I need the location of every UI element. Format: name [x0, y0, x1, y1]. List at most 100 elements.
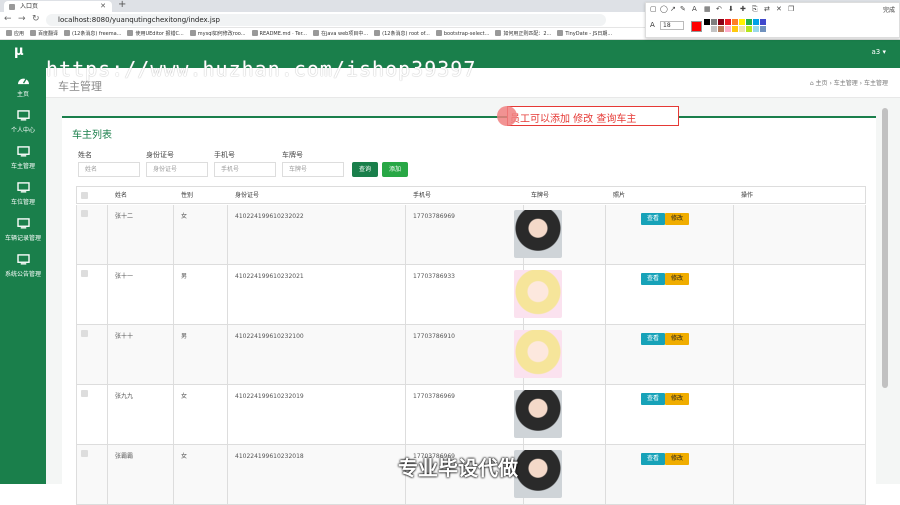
search-button[interactable]: 查询 [352, 162, 378, 177]
cell-id: 410224199610232022 [235, 213, 304, 220]
pen-tool-icon[interactable]: ✎ [680, 5, 686, 13]
bookmark-item[interactable]: 在java web项目中... [312, 28, 368, 39]
edit-button[interactable]: 修改 [665, 273, 689, 285]
add-button[interactable]: 添加 [382, 162, 408, 177]
table-row: 张十十男41022419961023210017703786910a101010… [76, 325, 866, 385]
color-swatch[interactable] [746, 26, 752, 32]
col-name: 姓名 [115, 192, 128, 199]
annotation-textbox[interactable]: 员工可以添加 修改 查询车主 [507, 106, 679, 126]
rect-tool-icon[interactable]: ▢ [650, 5, 657, 13]
cell-id: 410224199610232018 [235, 453, 304, 460]
undo-icon[interactable]: ↶ [716, 5, 722, 13]
row-checkbox[interactable] [81, 330, 88, 337]
breadcrumb[interactable]: ⌂ 主页 › 车主管理 › 车主管理 [810, 78, 888, 87]
phone-input[interactable]: 手机号 [214, 162, 276, 177]
color-swatch[interactable] [711, 19, 717, 25]
close-icon[interactable]: ✕ [776, 5, 782, 13]
select-all-checkbox[interactable] [81, 192, 88, 199]
color-swatch[interactable] [760, 19, 766, 25]
color-swatch[interactable] [760, 26, 766, 32]
bookmark-item[interactable]: TinyDate - JS日期... [557, 28, 613, 39]
edit-button[interactable]: 修改 [665, 213, 689, 225]
browser-tab[interactable]: 入口页 ✕ [4, 1, 112, 12]
cell-divider [405, 265, 406, 324]
close-tab-icon[interactable]: ✕ [100, 1, 106, 12]
bookmark-item[interactable]: 百度翻译 [30, 28, 58, 39]
color-swatch[interactable] [739, 26, 745, 32]
reload-icon[interactable]: ↻ [32, 14, 40, 24]
dashboard-icon [17, 78, 29, 85]
color-swatch[interactable] [746, 19, 752, 25]
bookmark-item[interactable]: bootstrap-select... [435, 28, 489, 39]
bookmark-item[interactable]: mysql如何修改roo... [189, 28, 246, 39]
text-tool-icon[interactable]: A [692, 5, 697, 13]
id-number-input[interactable]: 身份证号 [146, 162, 208, 177]
cell-divider [173, 205, 174, 264]
done-button[interactable]: 完成 [883, 5, 895, 14]
back-icon[interactable]: ← [4, 14, 12, 24]
copy-icon[interactable]: ❐ [788, 5, 794, 13]
row-checkbox[interactable] [81, 450, 88, 457]
bookmark-item[interactable]: (12条消息) root of... [374, 28, 430, 39]
circle-tool-icon[interactable]: ◯ [660, 5, 668, 13]
cell-divider [173, 445, 174, 504]
bookmark-item[interactable]: (12条消息) freema... [64, 28, 121, 39]
sidebar-item-5[interactable]: 系统公告管理 [0, 254, 46, 278]
color-swatch[interactable] [732, 26, 738, 32]
cell-divider [733, 385, 734, 444]
url-input[interactable]: localhost:8080/yuanqutingchexitong/index… [46, 14, 606, 26]
bookmark-label: (12条消息) root of... [382, 31, 430, 37]
bookmark-label: mysql如何修改roo... [197, 31, 246, 37]
edit-button[interactable]: 修改 [665, 453, 689, 465]
forward-icon[interactable]: → [18, 14, 26, 24]
scrollbar[interactable] [882, 108, 888, 388]
bookmark-item[interactable]: README.md · Ter... [251, 28, 307, 39]
translate-icon[interactable]: ⇄ [764, 5, 770, 13]
mosaic-tool-icon[interactable]: ▦ [704, 5, 711, 13]
view-button[interactable]: 查看 [641, 273, 665, 285]
color-swatch[interactable] [704, 26, 710, 32]
edit-button[interactable]: 修改 [665, 393, 689, 405]
color-swatch[interactable] [711, 26, 717, 32]
view-button[interactable]: 查看 [641, 453, 665, 465]
color-swatch[interactable] [753, 26, 759, 32]
color-swatch[interactable] [725, 19, 731, 25]
row-checkbox[interactable] [81, 390, 88, 397]
color-swatch[interactable] [718, 19, 724, 25]
cell-id: 410224199610232019 [235, 393, 304, 400]
sidebar-item-4[interactable]: 车辆记录管理 [0, 218, 46, 242]
sidebar-item-0[interactable]: 主页 [0, 74, 46, 98]
user-menu[interactable]: a3 ▾ [872, 48, 886, 56]
color-swatch[interactable] [753, 19, 759, 25]
color-swatch[interactable] [718, 26, 724, 32]
cell-divider [227, 205, 228, 264]
bookmark-item[interactable]: 如何用正则匹配：2... [495, 28, 551, 39]
view-button[interactable]: 查看 [641, 393, 665, 405]
plate-input[interactable]: 车牌号 [282, 162, 344, 177]
ocr-icon[interactable]: ⎘ [752, 5, 758, 14]
color-swatch[interactable] [704, 19, 710, 25]
sidebar-item-1[interactable]: 个人中心 [0, 110, 46, 134]
color-swatch[interactable] [732, 19, 738, 25]
save-icon[interactable]: ⬇ [728, 5, 734, 13]
name-input[interactable]: 姓名 [78, 162, 140, 177]
sidebar-item-2[interactable]: 车主管理 [0, 146, 46, 170]
selected-color-swatch[interactable] [691, 21, 702, 32]
pin-icon[interactable]: ✚ [740, 5, 746, 13]
screenshot-toolbar: ▢ ◯ ↗ ✎ A ▦ ↶ ⬇ ✚ ⎘ ⇄ ✕ ❐ 完成 A 18 [645, 2, 900, 38]
arrow-tool-icon[interactable]: ↗ [670, 5, 676, 13]
col-id: 身份证号 [235, 192, 260, 199]
bookmark-label: TinyDate - JS日期... [565, 31, 613, 37]
row-checkbox[interactable] [81, 270, 88, 277]
view-button[interactable]: 查看 [641, 213, 665, 225]
row-checkbox[interactable] [81, 210, 88, 217]
new-tab-icon[interactable]: + [118, 0, 126, 10]
font-size-select[interactable]: 18 [660, 21, 684, 30]
color-swatch[interactable] [725, 26, 731, 32]
edit-button[interactable]: 修改 [665, 333, 689, 345]
bookmark-item[interactable]: 使用UEditor 报错C... [127, 28, 184, 39]
sidebar-item-3[interactable]: 车位管理 [0, 182, 46, 206]
color-swatch[interactable] [739, 19, 745, 25]
view-button[interactable]: 查看 [641, 333, 665, 345]
bookmark-item[interactable]: 应用 [6, 28, 24, 39]
